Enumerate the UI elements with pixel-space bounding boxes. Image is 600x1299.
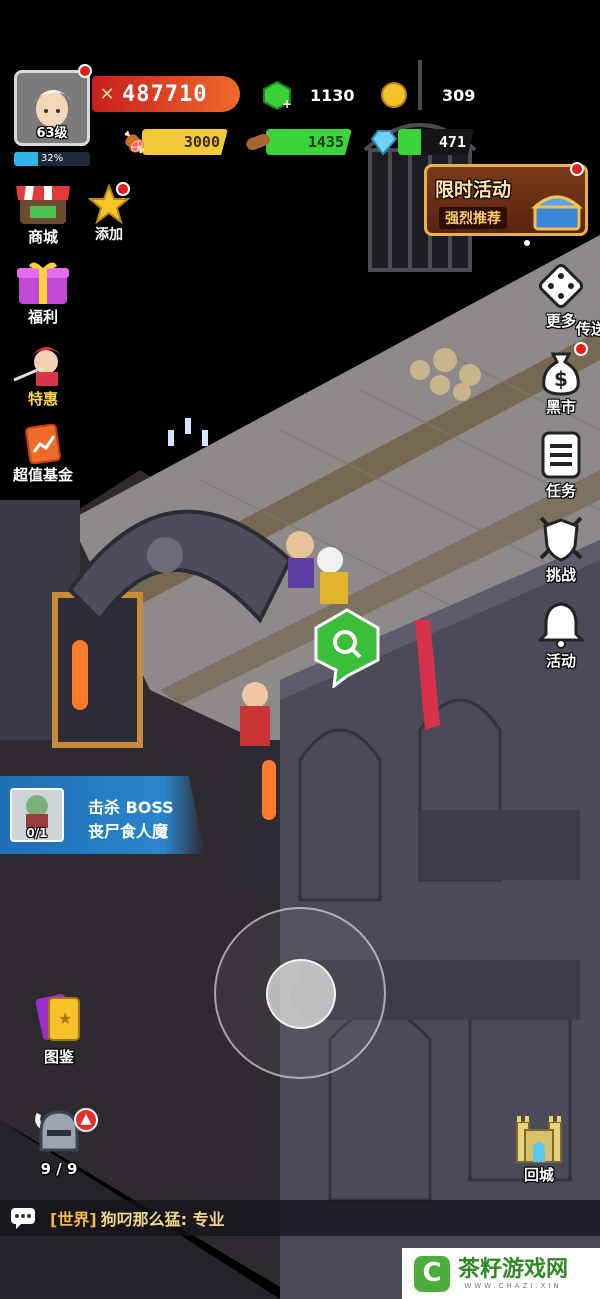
quest-list-icon	[541, 431, 581, 479]
hero-offer-icon	[13, 347, 62, 386]
joystick-knob[interactable]	[266, 959, 336, 1029]
codex-label: 图鉴	[43, 1048, 74, 1066]
crossed-swords-icon: ✕	[99, 83, 115, 105]
quest-line-1: 击杀 BOSS	[88, 798, 174, 817]
quest-target-portrait: 0/1	[10, 788, 64, 842]
castle-icon	[516, 1116, 562, 1163]
player-avatar[interactable]: 63级	[14, 70, 90, 146]
return-city-button[interactable]: 回城	[504, 1108, 574, 1185]
wood-counter[interactable]: 1435	[244, 128, 354, 156]
power-display: ✕ 487710	[92, 76, 240, 112]
gem-value: 1130	[310, 85, 355, 105]
chat-bubble-icon	[11, 1208, 35, 1229]
challenge-button[interactable]: 挑战	[534, 514, 588, 585]
quest-progress: 0/1	[26, 826, 48, 840]
watermark-logo-icon: C	[414, 1255, 450, 1292]
crystal-bar: 471	[398, 129, 474, 155]
shop-button[interactable]: 商城	[10, 178, 76, 247]
svg-text:★: ★	[58, 1009, 72, 1028]
black-market-button[interactable]: $ 黑市	[534, 346, 588, 417]
site-watermark: C 茶籽游戏网 WWW.CHAZI.XIN	[402, 1248, 600, 1299]
return-city-label: 回城	[523, 1166, 554, 1184]
teleport-label[interactable]: 传送	[576, 318, 600, 339]
quest-button[interactable]: 任务	[534, 430, 588, 501]
banner-page-dot	[524, 240, 530, 246]
gold-value: 309	[442, 85, 476, 105]
watermark-text: 茶籽游戏网 WWW.CHAZI.XIN	[458, 1256, 569, 1290]
avatar-notification-dot	[78, 64, 92, 78]
shop-label: 商城	[27, 228, 58, 246]
black-market-label: 黑市	[545, 398, 576, 416]
add-label: 添加	[95, 227, 123, 243]
meat-counter[interactable]: 3000 🍖	[122, 128, 230, 156]
wood-bar: 1435	[266, 129, 352, 155]
player-level: 63级	[36, 126, 68, 141]
quest-label: 任务	[545, 482, 576, 500]
event-banner-title: 限时活动	[435, 179, 512, 201]
svg-text:+: +	[282, 97, 292, 110]
chat-message: 狗叼那么猛: 专业	[100, 1210, 225, 1229]
event-banner-subtitle: 强烈推荐	[439, 207, 507, 229]
codex-button[interactable]: ★ 图鉴	[24, 990, 94, 1067]
exp-bar: 32%	[14, 152, 90, 166]
heroes-upgrade-icon: ▲	[74, 1108, 98, 1132]
gift-box-icon	[17, 262, 69, 304]
power-value: 487710	[122, 81, 208, 107]
heroes-count: 9 / 9	[40, 1160, 78, 1178]
svg-text:$: $	[554, 367, 568, 391]
fund-card-icon	[25, 424, 61, 464]
watermark-name: 茶籽游戏网	[458, 1256, 569, 1282]
treasure-chest-icon	[531, 195, 583, 231]
watermark-url: WWW.CHAZI.XIN	[464, 1281, 562, 1290]
exp-percent: 32%	[40, 153, 64, 164]
quest-tracker[interactable]: 0/1 击杀 BOSS 丧尸食人魔	[0, 776, 205, 854]
event-notification-dot	[570, 162, 584, 176]
crystal-counter[interactable]: 471	[368, 128, 478, 156]
special-offer-label: 特惠	[27, 390, 58, 408]
wood-log-icon	[246, 133, 270, 151]
chat-channel: [世界]	[50, 1210, 97, 1229]
crystal-icon	[370, 130, 398, 155]
gold-coin-icon	[381, 82, 407, 108]
gold-counter[interactable]: 309	[380, 80, 490, 110]
search-marker-icon[interactable]	[312, 608, 382, 688]
welfare-label: 福利	[27, 308, 58, 326]
meat-value: 3000	[183, 133, 220, 151]
bell-icon	[538, 602, 584, 649]
zombie-ogre-icon	[26, 795, 48, 828]
special-offer-button[interactable]: 特惠	[8, 340, 78, 409]
green-gem-icon: +	[263, 80, 292, 110]
crystal-value: 471	[438, 133, 466, 151]
shop-stall-icon	[16, 186, 70, 224]
event-banner[interactable]: 限时活动 强烈推荐	[424, 164, 588, 236]
card-collection-icon: ★	[35, 994, 80, 1041]
meat-icon: 🍖	[122, 130, 147, 154]
more-label: 更多	[545, 312, 576, 330]
joystick-center-dot	[290, 983, 316, 1009]
black-market-notification-dot	[574, 342, 588, 356]
add-notification-dot	[116, 182, 130, 196]
welfare-button[interactable]: 福利	[12, 260, 74, 327]
fund-button[interactable]: 超值基金	[6, 424, 80, 485]
quest-line-2: 丧尸食人魔	[88, 822, 169, 841]
meat-bar: 3000	[142, 129, 228, 155]
chat-bar[interactable]: [世界] 狗叼那么猛: 专业	[0, 1200, 600, 1236]
activity-label: 活动	[545, 652, 576, 670]
activity-button[interactable]: 活动	[534, 600, 588, 671]
gem-counter[interactable]: + 1130	[262, 80, 382, 110]
wood-value: 1435	[307, 133, 344, 151]
dice-grid-icon	[538, 263, 584, 309]
challenge-label: 挑战	[545, 566, 576, 584]
fund-label: 超值基金	[12, 466, 73, 484]
virtual-joystick[interactable]	[214, 907, 386, 1079]
shield-swords-icon	[539, 516, 583, 562]
